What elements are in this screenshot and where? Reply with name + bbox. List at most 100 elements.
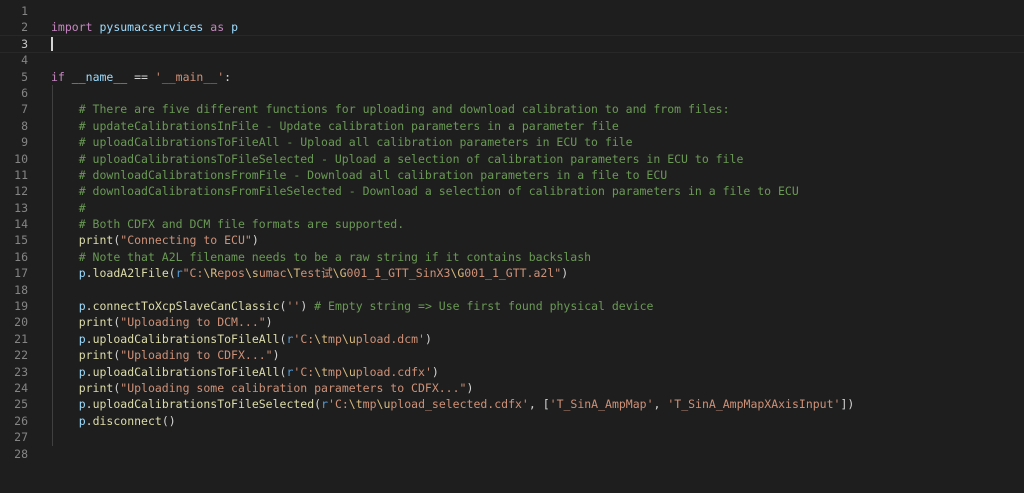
code-line[interactable]: 21 p.uploadCalibrationsToFileAll(r'C:\tm…	[0, 330, 1024, 348]
token-cm: # updateCalibrationsInFile - Update cali…	[78, 118, 619, 133]
token-esc: \u	[341, 331, 356, 346]
token-op: .	[85, 413, 93, 428]
code-line[interactable]: 5 if __name__ == '__main__':	[0, 69, 1024, 85]
code-line[interactable]: 12 # downloadCalibrationsFromFileSelecte…	[0, 183, 1024, 200]
token-str: epos	[217, 266, 245, 281]
token-str: pload.dcm'	[355, 331, 425, 346]
code-line[interactable]: 19 p.connectToXcpSlaveCanClassic('') # E…	[0, 298, 1024, 315]
token-str: 001_1_GTT.a2l"	[464, 266, 562, 281]
token-var: p	[231, 20, 239, 35]
line-number: 10	[14, 151, 28, 166]
code-text: import pysumacservices as p	[51, 19, 238, 35]
token-op: )	[251, 233, 259, 248]
token-fn: uploadCalibrationsToFileAll	[92, 331, 280, 346]
code-line[interactable]: 2 import pysumacservices as p	[0, 19, 1024, 35]
code-line[interactable]: 10 # uploadCalibrationsToFileSelected - …	[0, 150, 1024, 167]
code-line[interactable]: 27	[0, 429, 1024, 446]
token-esc: \u	[341, 364, 356, 379]
token-op	[51, 250, 79, 264]
code-line[interactable]: 11 # downloadCalibrationsFromFile - Down…	[0, 166, 1024, 184]
line-number: 4	[21, 53, 28, 68]
line-number: 18	[14, 282, 28, 297]
token-op	[51, 414, 79, 428]
code-text: #	[51, 200, 86, 216]
token-kw: as	[210, 20, 225, 35]
token-str: "C:	[182, 266, 204, 281]
line-number: 22	[14, 348, 28, 363]
line-number: 5	[21, 69, 28, 84]
code-line[interactable]: 7 # There are five different functions f…	[0, 101, 1024, 118]
code-text: print("Uploading to DCM...")	[51, 314, 273, 330]
code-line[interactable]: 20 print("Uploading to DCM...")	[0, 314, 1024, 331]
code-line[interactable]: 15 print("Connecting to ECU")	[0, 232, 1024, 249]
token-var: p	[78, 266, 86, 281]
code-line[interactable]: 16 # Note that A2L filename needs to be …	[0, 248, 1024, 266]
code-line[interactable]: 8 # updateCalibrationsInFile - Update ca…	[0, 117, 1024, 135]
code-text: # updateCalibrationsInFile - Update cali…	[51, 118, 619, 134]
token-op	[51, 135, 79, 149]
code-line[interactable]: 22 print("Uploading to CDFX...")	[0, 347, 1024, 364]
code-text: # downloadCalibrationsFromFile - Downloa…	[51, 167, 668, 183]
code-text: p.uploadCalibrationsToFileAll(r'C:\tmp\u…	[51, 331, 432, 347]
line-number: 11	[14, 167, 28, 182]
token-op: ,	[653, 397, 668, 412]
code-line[interactable]: 13 #	[0, 199, 1024, 217]
code-line[interactable]: 6	[0, 84, 1024, 102]
code-line[interactable]: 26 p.disconnect()	[0, 412, 1024, 430]
token-str: 'C:	[293, 331, 315, 346]
line-number: 28	[14, 446, 28, 461]
token-op: ==	[127, 69, 155, 84]
token-op: )	[265, 315, 273, 330]
indent-guide	[52, 84, 53, 102]
code-line[interactable]: 25 p.uploadCalibrationsToFileSelected(r'…	[0, 396, 1024, 413]
token-str: umac	[258, 266, 287, 281]
token-op	[51, 397, 79, 411]
token-op: .	[85, 364, 93, 379]
code-line[interactable]: 17 p.loadA2lFile(r"C:\Repos\sumac\Test试\…	[0, 265, 1024, 282]
code-line[interactable]: 28	[0, 446, 1024, 462]
code-line[interactable]: 4	[0, 52, 1024, 68]
token-var: pysumacservices	[99, 20, 204, 35]
code-text: p.connectToXcpSlaveCanClassic('') # Empt…	[51, 298, 654, 314]
code-line[interactable]: 3	[0, 34, 1024, 54]
token-esc: \t	[314, 364, 329, 379]
token-op: )	[272, 348, 280, 363]
code-editor[interactable]: 1 2 import pysumacservices as p 3 4 5 if __nam…	[0, 3, 1024, 493]
token-var: p	[78, 413, 86, 428]
token-op: ])	[840, 397, 855, 412]
text-cursor	[51, 37, 53, 52]
code-text: if __name__ == '__main__':	[51, 69, 231, 85]
token-str: "Uploading to CDFX..."	[120, 348, 273, 363]
token-esc: \s	[244, 266, 259, 281]
code-line[interactable]: 14 # Both CDFX and DCM file formats are …	[0, 216, 1024, 233]
token-esc: \G	[332, 266, 347, 281]
token-op	[51, 365, 79, 379]
line-number: 12	[14, 184, 28, 199]
code-line[interactable]: 23 p.uploadCalibrationsToFileAll(r'C:\tm…	[0, 363, 1024, 380]
token-op	[51, 233, 79, 247]
token-op	[51, 152, 79, 166]
line-number: 20	[14, 315, 28, 330]
token-op	[51, 315, 79, 329]
line-number: 26	[14, 413, 28, 428]
token-op: )	[561, 266, 569, 281]
token-str: pload.cdfx'	[355, 364, 432, 379]
token-op	[51, 332, 79, 346]
token-op: (	[168, 266, 176, 281]
code-line[interactable]: 9 # uploadCalibrationsToFileAll - Upload…	[0, 134, 1024, 151]
token-esc: \R	[203, 266, 218, 281]
code-line[interactable]: 24 print("Uploading some calibration par…	[0, 379, 1024, 397]
token-op	[51, 119, 79, 133]
code-line[interactable]: 1	[0, 3, 1024, 19]
token-str: mp	[328, 331, 342, 346]
token-cm: # downloadCalibrationsFromFileSelected -…	[78, 184, 799, 199]
token-cm: #	[78, 200, 86, 215]
code-text: # Both CDFX and DCM file formats are sup…	[51, 216, 404, 232]
token-var: p	[78, 299, 86, 314]
token-op: )	[466, 380, 474, 395]
code-text: print("Connecting to ECU")	[51, 232, 259, 248]
line-number: 13	[14, 200, 28, 215]
code-line[interactable]: 18	[0, 281, 1024, 299]
token-cm: # uploadCalibrationsToFileSelected - Upl…	[78, 151, 744, 166]
token-str: "Connecting to ECU"	[120, 233, 252, 248]
